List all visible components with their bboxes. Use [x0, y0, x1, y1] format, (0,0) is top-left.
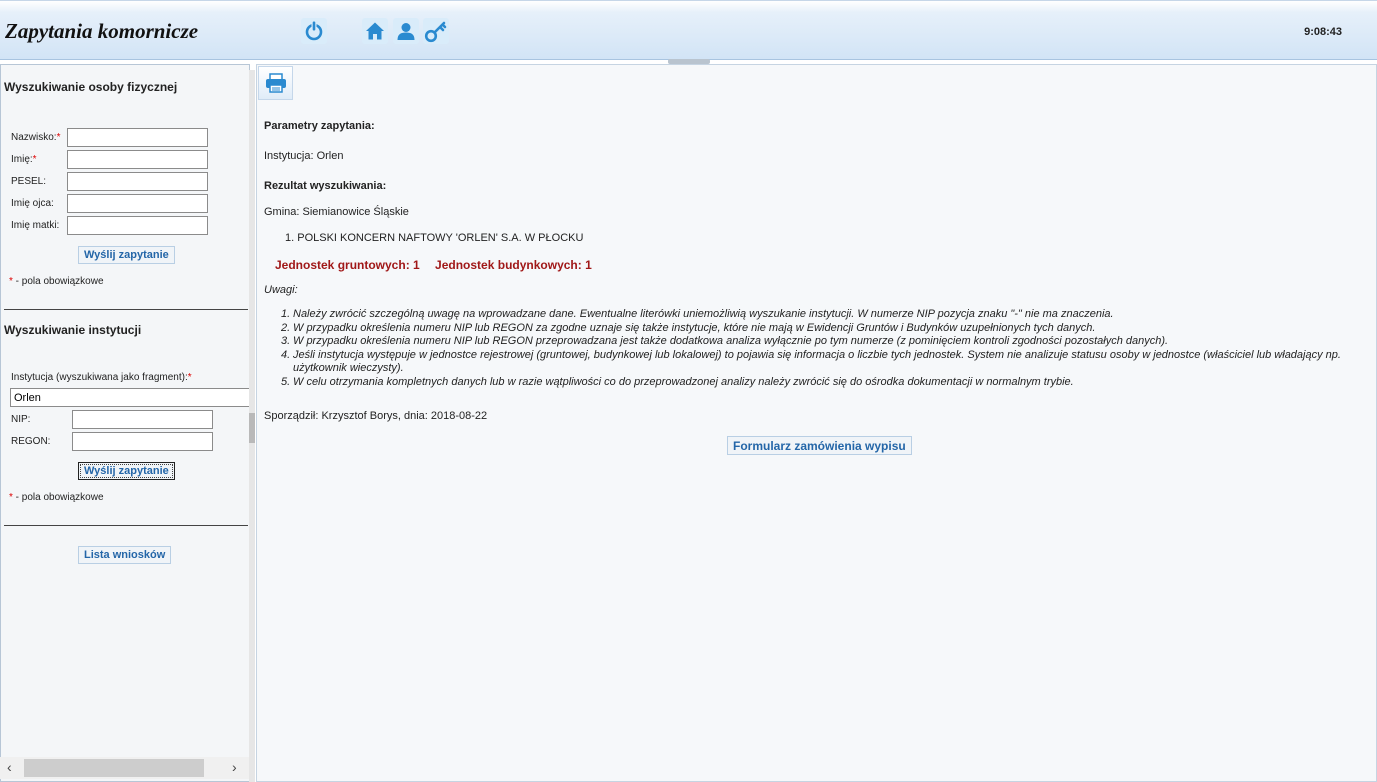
first-name-row: Imię:* — [11, 150, 37, 169]
search-sidebar: Wyszukiwanie osoby fizycznej Nazwisko:* … — [0, 64, 250, 782]
prepared-by: Sporządził: Krzysztof Borys, dnia: 2018-… — [264, 410, 488, 422]
section-divider — [4, 525, 248, 526]
scroll-right-icon[interactable]: › — [232, 759, 237, 775]
order-form-button[interactable]: Formularz zamówienia wypisu — [727, 436, 912, 455]
father-name-label: Imię ojca: — [11, 198, 54, 209]
requests-list-button[interactable]: Lista wniosków — [78, 546, 172, 564]
father-name-input[interactable] — [67, 194, 208, 213]
section-divider — [4, 309, 248, 310]
sidebar-vertical-scrollbar[interactable] — [249, 70, 255, 782]
first-name-label: Imię:* — [11, 154, 37, 165]
sidebar-horizontal-scrollbar[interactable]: ‹ › — [0, 757, 249, 779]
list-item: 3. W przypadku określenia numeru NIP lub … — [281, 335, 1169, 347]
nip-row: NIP: — [11, 410, 30, 429]
params-title: Parametry zapytania: — [264, 120, 375, 132]
scroll-left-icon[interactable]: ‹ — [7, 759, 12, 775]
list-item: 5. W celu otrzymania kompletnych danych l… — [281, 375, 1074, 388]
printer-icon — [265, 73, 286, 93]
institution-label-row: Instytucja (wyszukiwana jako fragment):* — [11, 368, 192, 387]
scrollbar-thumb[interactable] — [249, 413, 255, 443]
notes-title: Uwagi: — [264, 284, 298, 296]
regon-row: REGON: — [11, 432, 50, 451]
land-units-count: Jednostek gruntowych: 1 — [275, 258, 420, 272]
mother-name-row: Imię matki: — [11, 216, 59, 235]
nip-label: NIP: — [11, 414, 31, 425]
notes-list: 1. Należy zwrócić szczególną uwagę na wpr… — [281, 308, 1373, 389]
user-button[interactable] — [393, 18, 419, 44]
institution-submit-button[interactable]: Wyślij zapytanie — [78, 462, 175, 480]
person-required-note: * - pola obowiązkowe — [9, 276, 104, 287]
power-icon — [301, 18, 327, 44]
person-submit-button[interactable]: Wyślij zapytanie — [78, 246, 175, 264]
list-item: 4. Jeśli instytucja występuje w jednostce… — [281, 348, 1341, 375]
home-icon — [362, 18, 388, 44]
app-header: Zapytania komornicze 9:08:43 — [0, 0, 1377, 60]
person-search-title: Wyszukiwanie osoby fizycznej — [4, 80, 178, 94]
institution-input[interactable] — [10, 388, 249, 407]
first-name-input[interactable] — [67, 150, 208, 169]
regon-label: REGON: — [11, 436, 51, 447]
password-button[interactable] — [423, 18, 449, 44]
surname-row: Nazwisko:* — [11, 128, 60, 147]
app-title: Zapytania komornicze — [5, 19, 199, 43]
user-icon — [393, 18, 419, 44]
mother-name-input[interactable] — [67, 216, 208, 235]
unit-counts: Jednostek gruntowych: 1 Jednostek budynk… — [275, 258, 592, 272]
home-button[interactable] — [362, 18, 388, 44]
results-panel: Parametry zapytania: Instytucja: Orlen R… — [256, 64, 1377, 782]
print-button[interactable] — [258, 66, 293, 100]
scrollbar-thumb[interactable] — [24, 759, 204, 777]
institution-required-note: * - pola obowiązkowe — [9, 492, 104, 503]
result-title: Rezultat wyszukiwania: — [264, 180, 387, 192]
institution-label: Instytucja (wyszukiwana jako fragment):* — [11, 372, 192, 383]
pesel-input[interactable] — [67, 172, 208, 191]
surname-label: Nazwisko:* — [11, 132, 61, 143]
clock: 9:08:43 — [1304, 26, 1342, 38]
list-item: 2. W przypadku określenia numeru NIP lub … — [281, 321, 1096, 334]
gmina-line: Gmina: Siemianowice Śląskie — [264, 206, 409, 218]
key-icon — [423, 18, 449, 44]
pesel-label: PESEL: — [11, 176, 47, 187]
logout-button[interactable] — [301, 18, 327, 44]
result-item: 1. POLSKI KONCERN NAFTOWY 'ORLEN' S.A. W… — [285, 232, 584, 244]
mother-name-label: Imię matki: — [11, 220, 60, 231]
institution-search-title: Wyszukiwanie instytucji — [4, 323, 142, 337]
surname-input[interactable] — [67, 128, 208, 147]
pesel-row: PESEL: — [11, 172, 46, 191]
regon-input[interactable] — [72, 432, 213, 451]
nip-input[interactable] — [72, 410, 213, 429]
institution-param: Instytucja: Orlen — [264, 150, 344, 162]
father-name-row: Imię ojca: — [11, 194, 54, 213]
list-item: 1. Należy zwrócić szczególną uwagę na wpr… — [281, 308, 1114, 320]
building-units-count: Jednostek budynkowych: 1 — [435, 258, 592, 272]
